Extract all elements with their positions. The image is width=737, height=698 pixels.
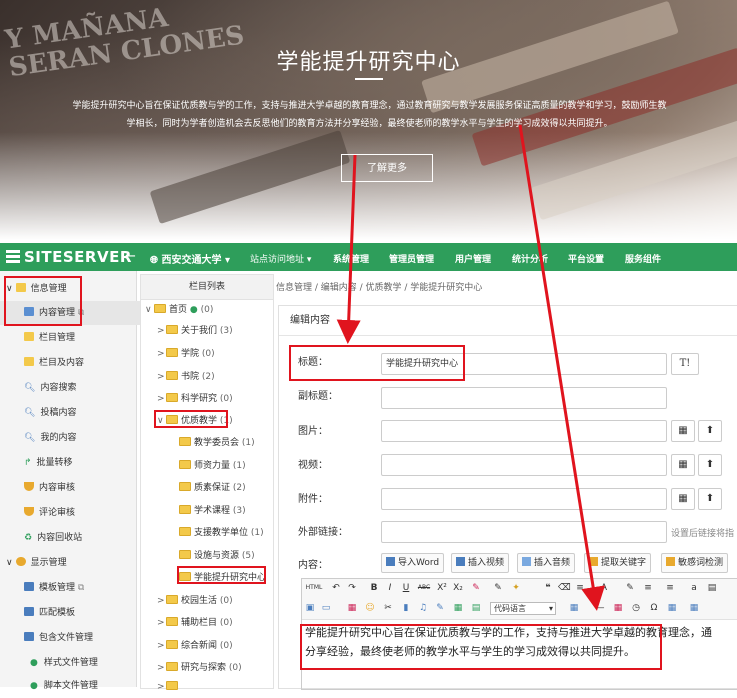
arrow-to-title xyxy=(336,154,361,344)
arrow-to-content xyxy=(518,124,606,611)
annotation-arrows xyxy=(336,124,606,611)
